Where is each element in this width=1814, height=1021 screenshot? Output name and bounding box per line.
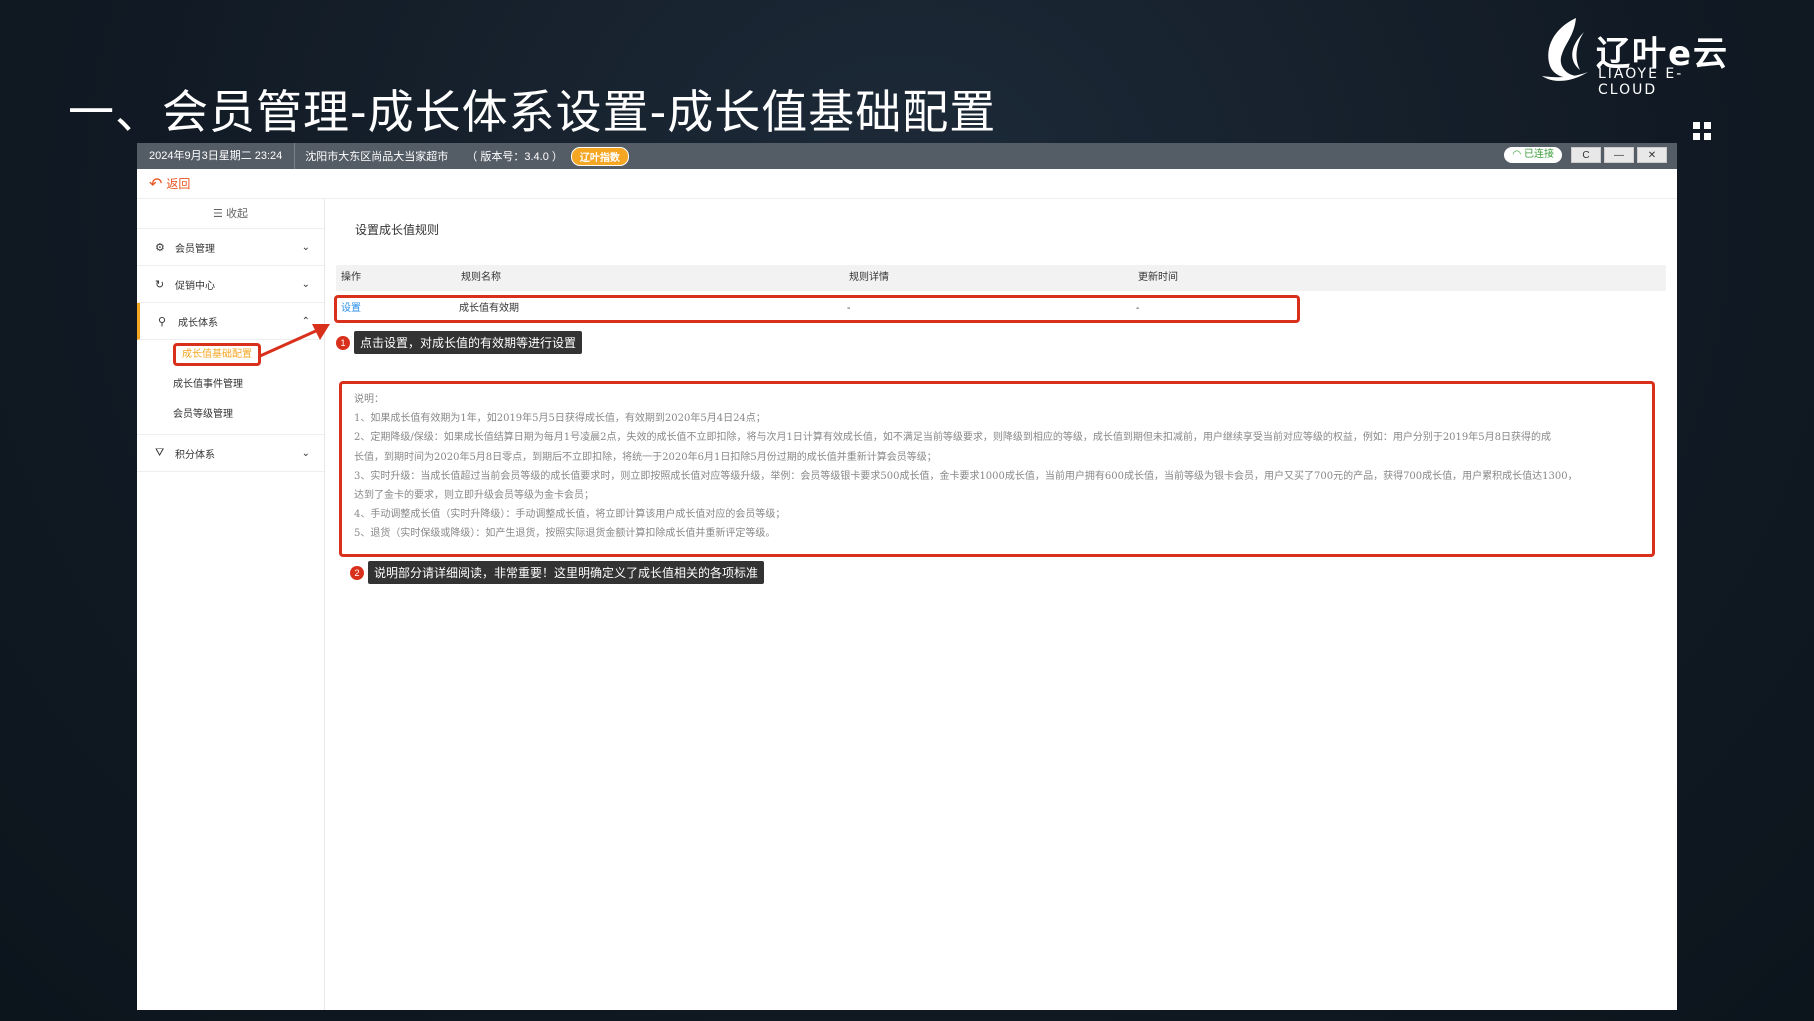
back-label: 返回 [166, 177, 191, 191]
note-line: 3、实时升级：当成长值超过当前会员等级的成长值要求时，则立即按照成长值对应等级升… [354, 470, 1578, 482]
connection-status: ◠ 已连接 [1504, 147, 1562, 163]
sidebar-subitem-growth-event-management[interactable]: 成长值事件管理 [137, 370, 324, 400]
callout-text: 点击设置，对成长值的有效期等进行设置 [354, 331, 583, 354]
back-arrow-icon: ↶ [149, 175, 163, 193]
main-content: 设置成长值规则 操作 规则名称 规则详情 更新时间 设置 成长值有效期 - - … [325, 199, 1677, 1010]
pointer-arrow-icon [259, 324, 330, 358]
version-label: （ 版本号：3.4.0 ） [466, 151, 563, 163]
note-line: 说明： [354, 394, 384, 405]
close-button[interactable]: ✕ [1637, 147, 1667, 163]
refresh-button[interactable]: C [1571, 147, 1601, 163]
section-title: 设置成长值规则 [355, 223, 440, 237]
minimize-button[interactable]: — [1604, 147, 1634, 163]
sidebar-item-points-system[interactable]: ⛛ 积分体系 ⌄ [137, 435, 324, 472]
gear-icon: ⚙ [155, 241, 165, 254]
col-rule-name: 规则名称 [461, 272, 501, 283]
collapse-button[interactable]: ☰ 收起 [137, 199, 324, 229]
grid-icon [1693, 122, 1711, 140]
col-updated-time: 更新时间 [1138, 272, 1178, 283]
wifi-icon: ◠ [1512, 149, 1522, 160]
chevron-down-icon: ⌄ [301, 278, 310, 290]
sidebar-item-promotion-center[interactable]: ↻ 促销中心 ⌄ [137, 266, 324, 303]
slide-title: 一、会员管理-成长体系设置-成长值基础配置 [68, 85, 997, 139]
growth-icon: ⚲ [158, 315, 167, 328]
notes-box: 说明： 1、如果成长值有效期为1年，如2019年5月5日获得成长值，有效期到20… [339, 381, 1655, 557]
table-header: 操作 规则名称 规则详情 更新时间 [336, 265, 1666, 291]
filter-icon: ⛛ [155, 446, 165, 459]
callout-1: 1 点击设置，对成长值的有效期等进行设置 [336, 331, 583, 354]
note-line: 2、定期降级/保级：如果成长值结算日期为每月1号凌晨2点，失效的成长值不立即扣除… [354, 432, 1551, 444]
col-rule-detail: 规则详情 [849, 272, 889, 283]
back-button[interactable]: ↶ 返回 [137, 169, 1677, 199]
title-bar: 2024年9月3日星期二 23:24 沈阳市大东区尚品大当家超市 （ 版本号：3… [137, 143, 1677, 169]
app-window: 2024年9月3日星期二 23:24 沈阳市大东区尚品大当家超市 （ 版本号：3… [137, 143, 1677, 1010]
refresh-icon: ↻ [155, 278, 165, 291]
note-line: 1、如果成长值有效期为1年，如2019年5月5日获得成长值，有效期到2020年5… [354, 413, 766, 425]
liaoye-index-badge[interactable]: 辽叶指数 [570, 146, 629, 166]
note-line: 5、退货（实时保级或降级）：如产生退货，按照实际退货金额计算扣除成长值并重新评定… [354, 528, 776, 540]
callout-text: 说明部分请详细阅读，非常重要！这里明确定义了成长值相关的各项标准 [368, 561, 765, 584]
callout-2: 2 说明部分请详细阅读，非常重要！这里明确定义了成长值相关的各项标准 [350, 561, 765, 584]
chevron-down-icon: ⌄ [301, 241, 310, 253]
callout-number: 1 [336, 335, 350, 350]
col-action: 操作 [341, 272, 361, 283]
store-name: 沈阳市大东区尚品大当家超市 [305, 151, 449, 163]
sidebar-item-member-management[interactable]: ⚙ 会员管理 ⌄ [137, 229, 324, 266]
note-line: 达到了金卡的要求，则立即升级会员等级为金卡会员； [354, 490, 594, 502]
brand-logo: 辽叶e云 LIAOYE E-CLOUD [1536, 14, 1736, 98]
chevron-down-icon: ⌄ [301, 447, 310, 459]
note-line: 4、手动调整成长值（实时升降级）：手动调整成长值，将立即计算该用户成长值对应的会… [354, 509, 786, 521]
leaf-logo-icon [1542, 18, 1588, 81]
highlight-frame-row [334, 295, 1300, 323]
note-line: 长值，到期时间为2020年5月8日零点，到期后不立即扣除，将统一于2020年6月… [354, 451, 937, 463]
datetime: 2024年9月3日星期二 23:24 [137, 143, 296, 169]
callout-number: 2 [350, 565, 364, 580]
brand-subtitle: LIAOYE E-CLOUD [1598, 66, 1684, 98]
sidebar-subitem-member-level-management[interactable]: 会员等级管理 [137, 400, 324, 430]
